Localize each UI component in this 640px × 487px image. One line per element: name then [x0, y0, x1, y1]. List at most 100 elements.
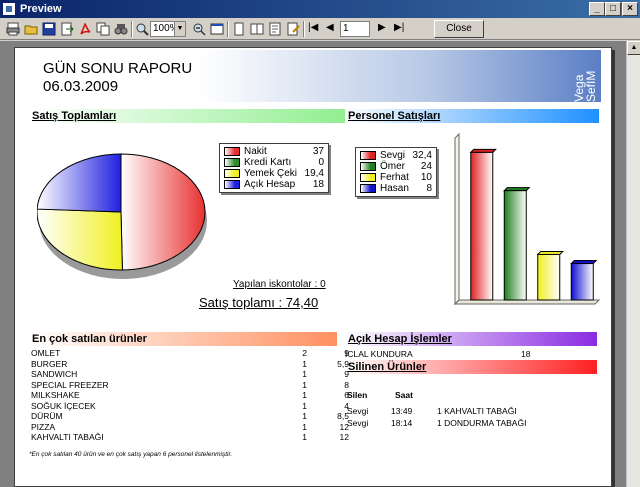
page-setup-icon[interactable]: [268, 22, 282, 36]
deleted-item: 1 DONDURMA TABAĞI: [437, 418, 527, 428]
deleted-products-section-header: Silinen Ürünler: [345, 360, 597, 374]
close-window-button[interactable]: ×: [622, 2, 638, 16]
legend-label: Kredi Kartı: [244, 157, 292, 168]
full-screen-icon[interactable]: [210, 22, 224, 36]
export-icon[interactable]: [60, 22, 74, 36]
product-row: SANDWICH 1 9: [27, 369, 349, 379]
legend-value: 0: [318, 157, 324, 168]
top-products-section-header: En çok satılan ürünler: [29, 332, 337, 346]
product-row: SOĞUK İÇECEK 1 4: [27, 400, 349, 411]
bar-ferhat: [537, 253, 561, 301]
legend-label: Ömer: [380, 161, 405, 172]
bar-sevgi: [470, 151, 494, 301]
deleted-time: 18:14: [391, 418, 413, 428]
sales-legend: Nakit 37 Kredi Kartı 0 Yemek Çeki 19,4 Açık He…: [219, 143, 329, 193]
staff-legend-entry: Sevgi 32,4: [360, 150, 432, 161]
product-amount: 6: [344, 390, 349, 400]
product-row: SPECIAL FREEZER 1 8: [27, 379, 349, 390]
staff-legend-entry: Hasan 8: [360, 183, 432, 194]
legend-label: Hasan: [380, 183, 409, 194]
find-icon[interactable]: [114, 22, 128, 36]
edit-page-icon[interactable]: [286, 22, 300, 36]
staff-legend: Sevgi 32,4 Ömer 24 Ferhat 10 Hasan 8: [355, 147, 437, 197]
legend-value: 19,4: [304, 168, 324, 179]
window-title-bar: Preview _ □ ×: [0, 0, 640, 18]
product-qty: 1: [302, 358, 307, 369]
product-qty: 1: [302, 400, 307, 411]
product-amount: 5,9: [337, 358, 349, 369]
pdf-icon[interactable]: [78, 22, 92, 36]
sales-section-header: Satış Toplamları: [29, 109, 349, 123]
legend-label: Ferhat: [380, 172, 409, 183]
open-account-amount: 18: [521, 349, 531, 359]
legend-value: 24: [420, 161, 432, 172]
app-icon: [2, 2, 16, 16]
legend-value: 10: [420, 172, 432, 183]
window-title: Preview: [20, 3, 62, 15]
two-pages-icon[interactable]: [250, 22, 264, 36]
product-name: DÜRÜM: [31, 411, 63, 421]
legend-swatch: [360, 162, 376, 171]
minimize-button[interactable]: _: [589, 2, 605, 16]
close-button[interactable]: Close: [434, 20, 484, 38]
product-row: DÜRÜM 1 8,5: [27, 411, 349, 421]
product-row: OMLET 2 9: [27, 348, 349, 358]
product-qty: 1: [302, 369, 307, 379]
product-amount: 12: [339, 421, 349, 432]
maximize-button[interactable]: □: [605, 2, 621, 16]
page-number-input[interactable]: 1: [340, 21, 370, 37]
sales-legend-entry: Kredi Kartı 0: [224, 157, 324, 168]
toolbar-separator: [303, 21, 305, 37]
legend-swatch: [224, 169, 240, 178]
product-qty: 1: [302, 379, 307, 390]
product-row: MILKSHAKE 1 6: [27, 390, 349, 400]
legend-swatch: [224, 158, 240, 167]
report-header: GÜN SONU RAPORU 06.03.2009 Vega SefIM: [27, 50, 601, 102]
open-accounts-section-header: Açık Hesap İşlemler: [345, 332, 597, 346]
chevron-down-icon: ▼: [174, 22, 185, 36]
save-icon[interactable]: [42, 22, 56, 36]
scroll-up-icon[interactable]: ▲: [627, 41, 640, 55]
product-name: PIZZA: [31, 421, 56, 432]
deleted-staff: Sevgi: [347, 406, 369, 416]
product-qty: 1: [302, 421, 307, 432]
product-qty: 1: [302, 432, 307, 442]
legend-value: 32,4: [412, 150, 432, 161]
first-page-icon[interactable]: |◀: [308, 22, 318, 33]
legend-value: 8: [426, 183, 432, 194]
last-page-icon[interactable]: ▶|: [394, 22, 404, 33]
legend-swatch: [224, 147, 240, 156]
vertical-scrollbar[interactable]: ▲: [626, 41, 640, 487]
product-name: MILKSHAKE: [31, 390, 80, 400]
copy-icon[interactable]: [96, 22, 110, 36]
product-row: BURGER 1 5,9: [27, 358, 349, 369]
toolbar: 100% ▼ |◀ ◀ 1 ▶ ▶| Close: [0, 18, 640, 40]
legend-swatch: [360, 151, 376, 160]
product-name: SANDWICH: [31, 369, 78, 379]
vega-logo: Vega SefIM: [572, 70, 598, 102]
product-amount: 9: [344, 369, 349, 379]
product-row: PIZZA 1 12: [27, 421, 349, 432]
previous-page-icon[interactable]: ◀: [326, 22, 334, 33]
zoom-icon[interactable]: [135, 22, 149, 36]
single-page-icon[interactable]: [232, 22, 246, 36]
product-amount: 8,5: [337, 411, 349, 421]
discount-text: Yapılan iskontolar : 0: [233, 279, 326, 290]
product-qty: 2: [302, 348, 307, 358]
product-row: KAHVALTI TABAĞI 1 12: [27, 432, 349, 442]
product-qty: 1: [302, 390, 307, 400]
open-folder-icon[interactable]: [24, 22, 38, 36]
deleted-time-header: Saat: [395, 390, 413, 400]
open-account-name: ICLAL KUNDURA: [345, 349, 413, 359]
staff-bar-chart: [453, 132, 601, 306]
chart-axis-wall: [454, 132, 460, 306]
legend-swatch: [224, 180, 240, 189]
print-icon[interactable]: [6, 22, 20, 36]
zoom-out-icon[interactable]: [192, 22, 206, 36]
sales-pie-chart: [37, 153, 207, 279]
zoom-select[interactable]: 100% ▼: [150, 21, 186, 37]
sales-legend-entry: Açık Hesap 18: [224, 179, 324, 190]
next-page-icon[interactable]: ▶: [378, 22, 386, 33]
product-amount: 8: [344, 379, 349, 390]
report-date: 06.03.2009: [43, 78, 119, 95]
